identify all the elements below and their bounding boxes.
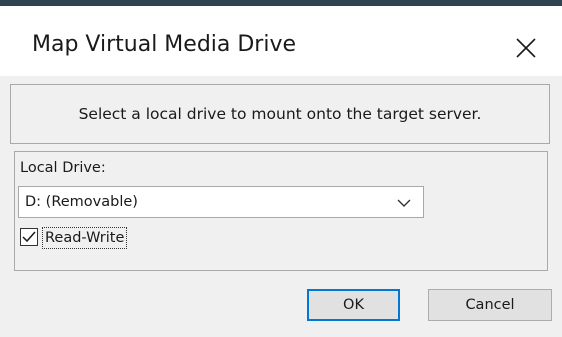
description-text: Select a local drive to mount onto the t…: [78, 105, 482, 123]
close-icon: [516, 38, 536, 58]
chevron-down-icon: [397, 199, 411, 207]
local-drive-selected-value: D: (Removable): [25, 194, 138, 210]
close-button[interactable]: [508, 30, 544, 66]
dialog-titlebar: Map Virtual Media Drive: [0, 6, 562, 76]
ok-button[interactable]: OK: [307, 289, 400, 321]
local-drive-dropdown[interactable]: D: (Removable): [18, 186, 424, 218]
read-write-label[interactable]: Read-Write: [41, 227, 128, 249]
dialog-title: Map Virtual Media Drive: [32, 32, 297, 57]
local-drive-label: Local Drive:: [20, 160, 106, 176]
dialog-body: Select a local drive to mount onto the t…: [0, 76, 562, 337]
description-panel: Select a local drive to mount onto the t…: [10, 84, 550, 144]
checkmark-icon: [22, 231, 36, 243]
cancel-button[interactable]: Cancel: [428, 289, 552, 321]
read-write-checkbox[interactable]: [20, 228, 38, 246]
